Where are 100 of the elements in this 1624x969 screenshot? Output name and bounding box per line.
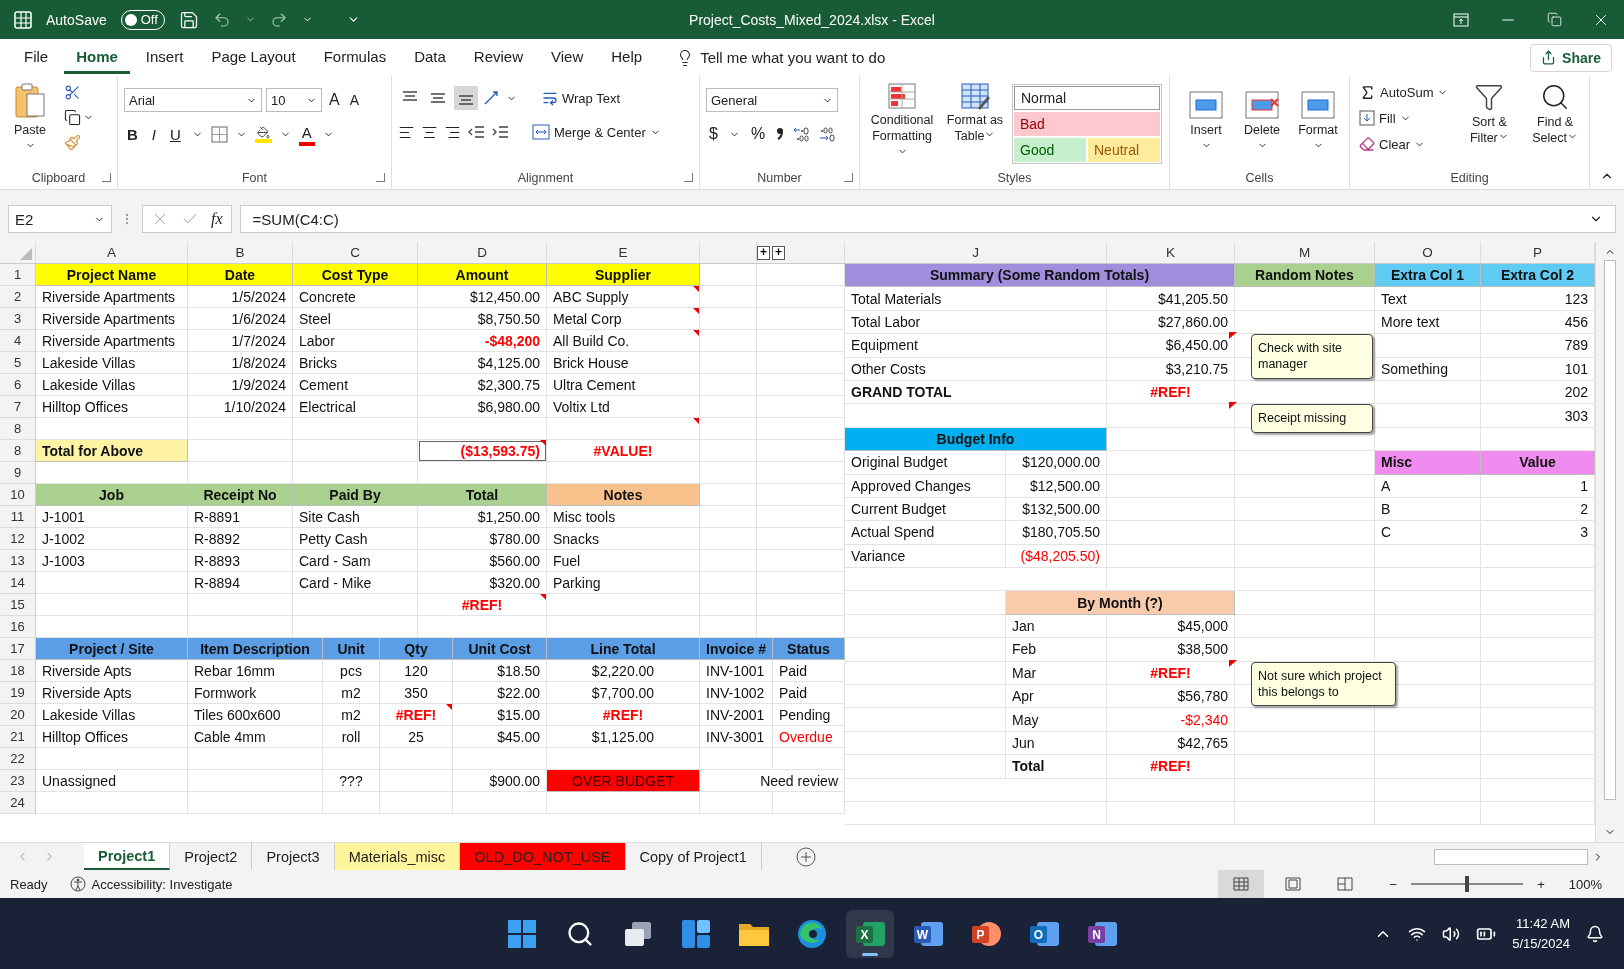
taskbar-button[interactable]: W [904,909,952,958]
row-heading[interactable]: 5 [13,355,22,370]
wrap-text-button[interactable]: Wrap Text [539,86,624,110]
bottom-align-icon[interactable] [454,86,478,110]
add-sheet-icon[interactable] [795,846,816,867]
increase-indent-icon[interactable] [491,124,509,140]
row-heading[interactable]: 7 [13,399,22,414]
zoom-out-button[interactable]: − [1389,876,1398,892]
dialog-launcher-icon[interactable] [684,173,693,182]
sort-filter-button[interactable]: Sort & Filter [1461,80,1518,149]
ribbon-tab[interactable]: Home [64,41,130,74]
ribbon-tab[interactable]: Data [402,41,458,74]
volume-icon[interactable] [1442,924,1461,943]
column-heading[interactable]: K [1166,245,1175,260]
cells-delete-button[interactable]: Delete [1238,88,1286,154]
paste-button[interactable]: Paste [6,80,54,154]
bold-button[interactable]: B [124,122,141,146]
conditional-formatting-button[interactable]: Conditional Formatting [866,80,938,163]
comma-style-icon[interactable] [776,127,785,141]
scrollbar-thumb[interactable] [1434,848,1588,865]
column-heading[interactable]: A [107,245,116,260]
row-heading[interactable]: 8 [13,421,22,436]
fill-button[interactable]: Fill [1356,106,1452,130]
save-icon[interactable] [178,9,199,30]
formula-field[interactable]: =SUM(C4:C) [239,205,1616,233]
number-format-field[interactable]: General [706,88,838,112]
row-heading[interactable]: 3 [13,311,22,326]
format-painter-icon[interactable] [64,134,81,151]
row-heading[interactable]: 1 [13,267,22,282]
ribbon-tab[interactable]: File [12,41,61,74]
redo-icon[interactable] [269,10,288,29]
spreadsheet-grid-icon[interactable] [14,10,32,29]
unhide-columns-button[interactable]: + [757,245,770,260]
borders-icon[interactable] [210,125,228,143]
zoom-in-button[interactable]: + [1537,876,1545,892]
decrease-decimal-icon[interactable] [818,126,837,142]
sheet-tab[interactable]: OLD_DO_NOT_USE [460,843,626,870]
cell-style-option[interactable]: Good [1014,138,1086,162]
ribbon-tab[interactable]: Page Layout [199,41,308,74]
italic-button[interactable]: I [148,122,159,146]
cell-style-option[interactable]: Normal [1014,86,1160,110]
column-heading[interactable]: O [1422,245,1433,260]
column-heading[interactable]: E [618,245,628,260]
currency-button[interactable]: $ [706,122,721,146]
font-color-button[interactable]: A [298,122,315,146]
accessibility-status[interactable]: Accessibility: Investigate [91,876,233,892]
name-box[interactable]: E2 [8,205,112,233]
dialog-launcher-icon[interactable] [102,173,111,182]
row-heading[interactable]: 8 [13,443,22,458]
cell-style-option[interactable]: Bad [1014,112,1160,136]
cells-insert-button[interactable]: Insert [1182,88,1230,154]
column-heading[interactable]: C [350,245,360,260]
copy-icon[interactable] [64,109,81,126]
ribbon-tab[interactable]: View [539,41,596,74]
column-heading[interactable]: M [1298,245,1311,260]
row-heading[interactable]: 2 [13,289,22,304]
clock[interactable]: 11:42 AM 5/15/2024 [1512,914,1570,953]
merge-center-button[interactable]: Merge & Center [529,120,664,144]
taskbar-button[interactable]: X [846,909,894,958]
ribbon-tab[interactable]: Formulas [311,41,399,74]
column-heading[interactable]: J [972,245,979,260]
percent-button[interactable]: % [747,122,769,146]
column-heading[interactable]: P [1533,245,1542,260]
dialog-launcher-icon[interactable] [844,173,853,182]
zoom-slider-thumb[interactable] [1465,876,1470,892]
ribbon-display-icon[interactable] [1453,12,1469,27]
unhide-columns-button[interactable]: + [772,245,785,260]
fill-color-icon[interactable] [254,125,272,143]
taskbar-button[interactable]: P [962,909,1010,958]
font-size-field[interactable]: 10 [266,88,322,112]
row-heading[interactable]: 6 [13,377,22,392]
cut-icon[interactable] [64,84,81,101]
sheet-tab[interactable]: Project1 [84,843,171,870]
notifications-icon[interactable] [1586,924,1604,943]
format-as-table-button[interactable]: Format as Table [942,80,1008,147]
row-heading[interactable]: 4 [13,333,22,348]
cells-format-button[interactable]: Format [1294,88,1342,154]
dialog-launcher-icon[interactable] [376,173,385,182]
ribbon-tab[interactable]: Review [461,41,535,74]
ribbon-tab[interactable]: Help [599,41,655,74]
column-heading[interactable]: B [235,245,245,260]
tell-me-search[interactable]: Tell me what you want to do [700,49,886,66]
column-heading[interactable]: D [477,245,487,260]
scrollbar-thumb[interactable] [1604,260,1616,800]
find-select-button[interactable]: Find & Select [1527,80,1583,149]
autosum-button[interactable]: AutoSum [1356,80,1452,104]
underline-button[interactable]: U [167,122,184,146]
undo-icon[interactable] [212,10,231,29]
grow-font-button[interactable]: A [326,88,343,112]
zoom-level[interactable]: 100% [1558,876,1614,892]
taskbar-button[interactable]: O [1020,909,1068,958]
clear-button[interactable]: Clear [1356,132,1452,156]
share-button[interactable]: Share [1530,43,1612,72]
row-heading[interactable]: 9 [13,465,22,480]
increase-decimal-icon[interactable] [792,126,811,142]
ribbon-tab[interactable]: Insert [133,41,196,74]
taskbar-button[interactable]: N [1078,909,1126,958]
restore-icon[interactable] [1547,12,1562,27]
sheet-tab[interactable]: Materials_misc [334,843,461,870]
normal-view-button[interactable] [1217,870,1264,898]
